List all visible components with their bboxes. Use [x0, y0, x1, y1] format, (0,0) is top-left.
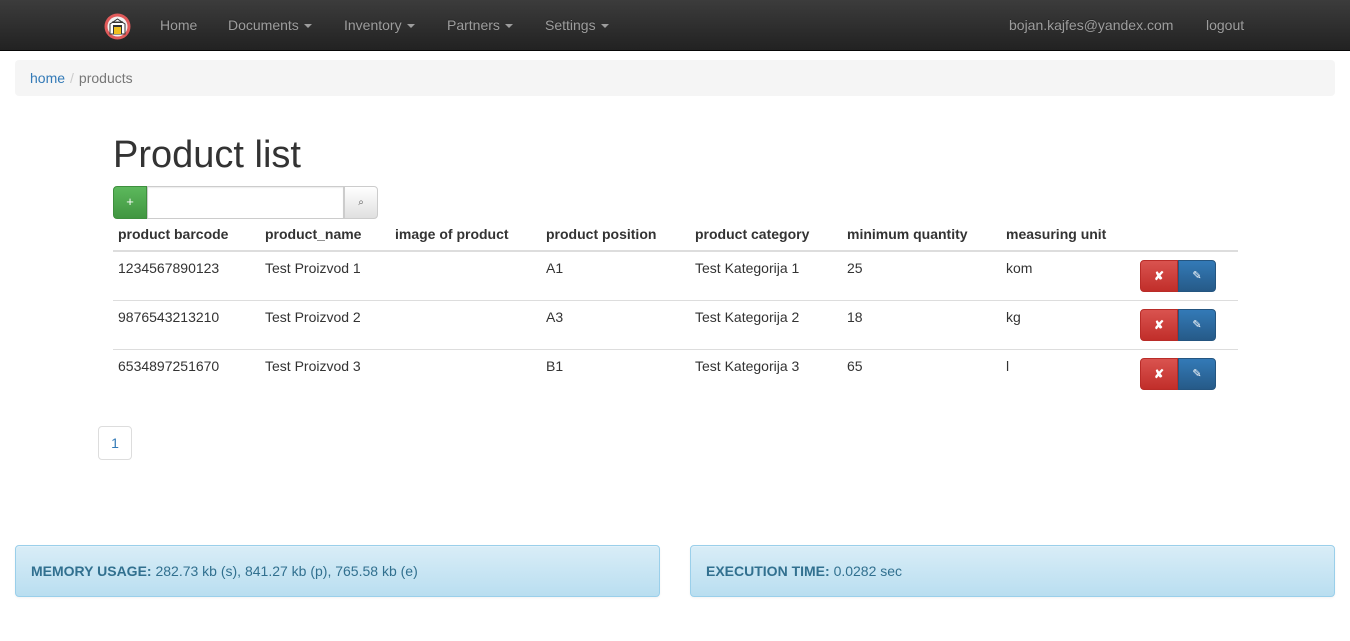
delete-x-icon: ✘ — [1153, 269, 1165, 283]
cell-min-quantity: 65 — [842, 349, 1001, 398]
cell-barcode: 9876543213210 — [113, 300, 260, 350]
caret-down-icon — [406, 24, 415, 29]
breadcrumb-current: products — [78, 70, 133, 86]
cell-name: Test Proizvod 1 — [265, 260, 361, 276]
logout-link[interactable]: logout — [1206, 0, 1244, 50]
cell-name: Test Proizvod 2 — [260, 300, 390, 350]
execution-time-value: 0.0282 sec — [833, 563, 903, 579]
table-header-row: product barcode product_name image of pr… — [113, 219, 1238, 252]
table-row: 9876543213210 Test Proizvod 2 A3 Test Ka… — [113, 300, 1238, 350]
caret-down-icon — [600, 24, 609, 29]
cell-position: A3 — [541, 300, 690, 350]
cell-min-quantity: 25 — [847, 260, 863, 276]
breadcrumb-separator: / — [70, 70, 74, 86]
header-unit: measuring unit — [1001, 219, 1135, 252]
nav-partners-label: Partners — [447, 17, 500, 33]
cell-category: Test Kategorija 1 — [695, 260, 800, 276]
cell-actions: ✘ ✎ — [1135, 251, 1238, 301]
products-table: product barcode product_name image of pr… — [113, 219, 1238, 398]
nav-home[interactable]: Home — [160, 0, 197, 50]
user-email-link[interactable]: bojan.kajfes@yandex.com — [1009, 0, 1173, 50]
warehouse-icon[interactable] — [104, 13, 131, 40]
pencil-icon: ✎ — [1192, 270, 1202, 282]
edit-button[interactable]: ✎ — [1178, 260, 1216, 292]
table-row: 1234567890123 Test Proizvod 1 A1 Test Ka… — [113, 251, 1238, 301]
cell-position: B1 — [541, 349, 690, 398]
breadcrumb-home[interactable]: home — [30, 70, 65, 86]
search-input[interactable] — [147, 186, 344, 219]
header-actions — [1135, 219, 1238, 252]
pencil-icon: ✎ — [1192, 368, 1202, 380]
cell-image — [390, 300, 541, 350]
cell-category: Test Kategorija 2 — [690, 300, 842, 350]
cell-barcode: 1234567890123 — [118, 260, 220, 276]
top-navbar: Home Documents Inventory Partners Settin… — [0, 0, 1350, 51]
nav-inventory[interactable]: Inventory — [344, 0, 415, 50]
cell-barcode: 6534897251670 — [113, 349, 260, 398]
edit-button[interactable]: ✎ — [1178, 309, 1216, 341]
cell-name: Test Proizvod 3 — [260, 349, 390, 398]
nav-partners[interactable]: Partners — [447, 0, 513, 50]
header-min-quantity: minimum quantity — [842, 219, 1001, 252]
nav-documents-label: Documents — [228, 17, 299, 33]
cell-unit: kg — [1001, 300, 1135, 350]
delete-button[interactable]: ✘ — [1140, 260, 1178, 292]
cell-image — [390, 349, 541, 398]
delete-x-icon: ✘ — [1153, 367, 1165, 381]
cell-unit: kom — [1006, 260, 1033, 276]
breadcrumb: home / products — [15, 60, 1335, 96]
edit-button[interactable]: ✎ — [1178, 358, 1216, 390]
cell-actions: ✘ ✎ — [1135, 349, 1238, 398]
header-position: product position — [541, 219, 690, 252]
delete-button[interactable]: ✘ — [1140, 358, 1178, 390]
search-icon: ⌕ — [358, 197, 364, 208]
add-product-button[interactable]: + — [113, 186, 147, 219]
nav-home-label: Home — [160, 17, 198, 33]
nav-inventory-label: Inventory — [344, 17, 402, 33]
search-button[interactable]: ⌕ — [344, 186, 378, 219]
table-row: 6534897251670 Test Proizvod 3 B1 Test Ka… — [113, 349, 1238, 398]
cell-position: A1 — [546, 260, 564, 276]
cell-min-quantity: 18 — [842, 300, 1001, 350]
caret-down-icon — [504, 24, 513, 29]
nav-documents[interactable]: Documents — [228, 0, 312, 50]
delete-button[interactable]: ✘ — [1140, 309, 1178, 341]
cell-actions: ✘ ✎ — [1135, 300, 1238, 350]
memory-usage-value: 282.73 kb (s), 841.27 kb (p), 765.58 kb … — [155, 563, 418, 579]
caret-down-icon — [303, 24, 312, 29]
header-barcode: product barcode — [113, 219, 260, 252]
nav-settings-label: Settings — [545, 17, 596, 33]
header-name: product_name — [260, 219, 390, 252]
header-image: image of product — [390, 219, 541, 252]
memory-usage-label: MEMORY USAGE: — [31, 563, 152, 579]
pencil-icon: ✎ — [1192, 319, 1202, 331]
header-category: product category — [690, 219, 842, 252]
page-title: Product list — [113, 134, 301, 176]
cell-unit: l — [1001, 349, 1135, 398]
execution-time-panel: EXECUTION TIME: 0.0282 sec — [690, 545, 1335, 597]
cell-image — [390, 251, 541, 301]
delete-x-icon: ✘ — [1153, 318, 1165, 332]
cell-category: Test Kategorija 3 — [690, 349, 842, 398]
pagination-page-1[interactable]: 1 — [98, 426, 132, 460]
nav-settings[interactable]: Settings — [545, 0, 609, 50]
execution-time-label: EXECUTION TIME: — [706, 563, 830, 579]
memory-usage-panel: MEMORY USAGE: 282.73 kb (s), 841.27 kb (… — [15, 545, 660, 597]
